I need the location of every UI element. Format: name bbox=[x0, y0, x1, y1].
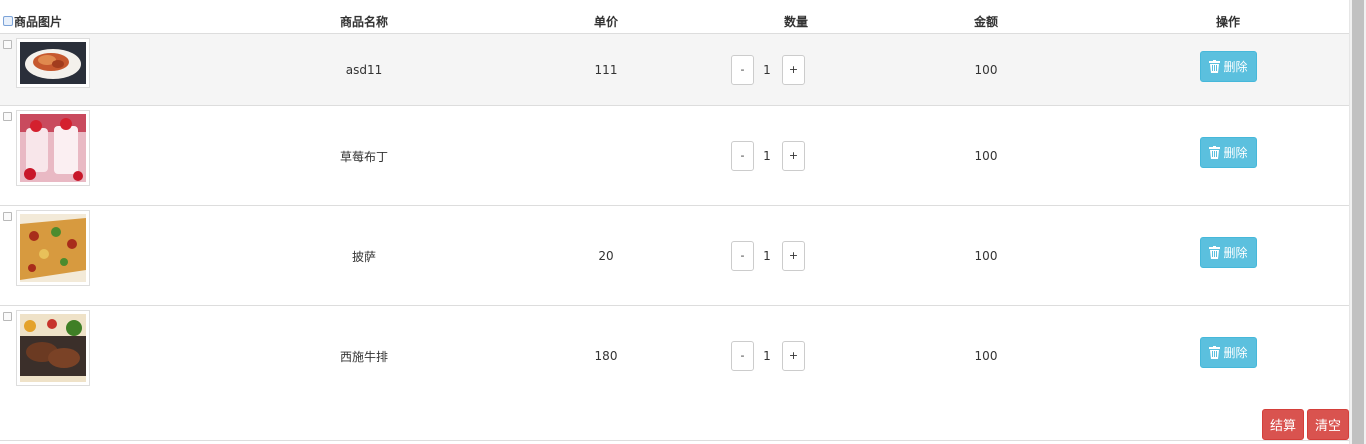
header-action: 操作 bbox=[1215, 15, 1241, 29]
trash-icon bbox=[1209, 146, 1221, 159]
delete-label: 删除 bbox=[1223, 146, 1248, 160]
product-name: 披萨 bbox=[351, 250, 377, 264]
product-price: 180 bbox=[594, 349, 618, 363]
header-image: 商品图片 bbox=[14, 15, 63, 29]
decrease-quantity-button[interactable]: - bbox=[731, 341, 754, 371]
table-row: asd11 111 - 1 + 100 删除 bbox=[0, 34, 1349, 106]
product-name: 草莓布丁 bbox=[339, 150, 389, 164]
quantity-input[interactable]: 1 bbox=[756, 249, 778, 263]
pizza-image bbox=[16, 210, 90, 286]
header-quantity: 数量 bbox=[783, 15, 809, 29]
row-checkbox[interactable] bbox=[3, 212, 12, 221]
quantity-input[interactable]: 1 bbox=[756, 349, 778, 363]
trash-icon bbox=[1209, 246, 1221, 259]
quantity-input[interactable]: 1 bbox=[756, 149, 778, 163]
food-dish-image bbox=[16, 38, 90, 88]
cart-page: 商品图片 商品名称 单价 数量 金额 操作 asd11 111 - 1 + 10… bbox=[0, 0, 1349, 444]
header-name: 商品名称 bbox=[339, 15, 389, 29]
delete-button[interactable]: 删除 bbox=[1200, 337, 1257, 368]
trash-icon bbox=[1209, 60, 1221, 73]
product-amount: 100 bbox=[974, 249, 998, 263]
product-amount: 100 bbox=[974, 149, 998, 163]
decrease-quantity-button[interactable]: - bbox=[731, 141, 754, 171]
increase-quantity-button[interactable]: + bbox=[782, 55, 805, 85]
product-amount: 100 bbox=[974, 349, 998, 363]
clear-cart-button[interactable]: 清空 bbox=[1307, 409, 1349, 440]
increase-quantity-button[interactable]: + bbox=[782, 141, 805, 171]
header-amount: 金额 bbox=[973, 15, 999, 29]
table-row: 披萨 20 - 1 + 100 删除 bbox=[0, 206, 1349, 306]
product-price: 20 bbox=[598, 249, 614, 263]
delete-label: 删除 bbox=[1223, 60, 1248, 74]
increase-quantity-button[interactable]: + bbox=[782, 341, 805, 371]
product-price: 111 bbox=[594, 63, 618, 77]
strawberry-pudding-image bbox=[16, 110, 90, 186]
select-all-checkbox[interactable] bbox=[3, 16, 13, 26]
increase-quantity-button[interactable]: + bbox=[782, 241, 805, 271]
scrollbar-thumb[interactable] bbox=[1352, 0, 1364, 444]
decrease-quantity-button[interactable]: - bbox=[731, 241, 754, 271]
checkout-button[interactable]: 结算 bbox=[1262, 409, 1304, 440]
row-checkbox[interactable] bbox=[3, 112, 12, 121]
row-checkbox[interactable] bbox=[3, 40, 12, 49]
table-row: 西施牛排 180 - 1 + 100 删除 bbox=[0, 306, 1349, 406]
row-checkbox[interactable] bbox=[3, 312, 12, 321]
product-name: asd11 bbox=[345, 63, 383, 77]
product-name: 西施牛排 bbox=[339, 350, 389, 364]
delete-button[interactable]: 删除 bbox=[1200, 237, 1257, 268]
quantity-input[interactable]: 1 bbox=[756, 63, 778, 77]
delete-label: 删除 bbox=[1223, 346, 1248, 360]
trash-icon bbox=[1209, 346, 1221, 359]
footer-divider bbox=[0, 440, 1349, 441]
vertical-scrollbar[interactable] bbox=[1349, 0, 1366, 444]
steak-image bbox=[16, 310, 90, 386]
delete-button[interactable]: 删除 bbox=[1200, 51, 1257, 82]
product-amount: 100 bbox=[974, 63, 998, 77]
header-price: 单价 bbox=[593, 15, 619, 29]
table-header: 商品图片 商品名称 单价 数量 金额 操作 bbox=[0, 0, 1349, 34]
decrease-quantity-button[interactable]: - bbox=[731, 55, 754, 85]
delete-label: 删除 bbox=[1223, 246, 1248, 260]
delete-button[interactable]: 删除 bbox=[1200, 137, 1257, 168]
table-row: 草莓布丁 - 1 + 100 删除 bbox=[0, 106, 1349, 206]
